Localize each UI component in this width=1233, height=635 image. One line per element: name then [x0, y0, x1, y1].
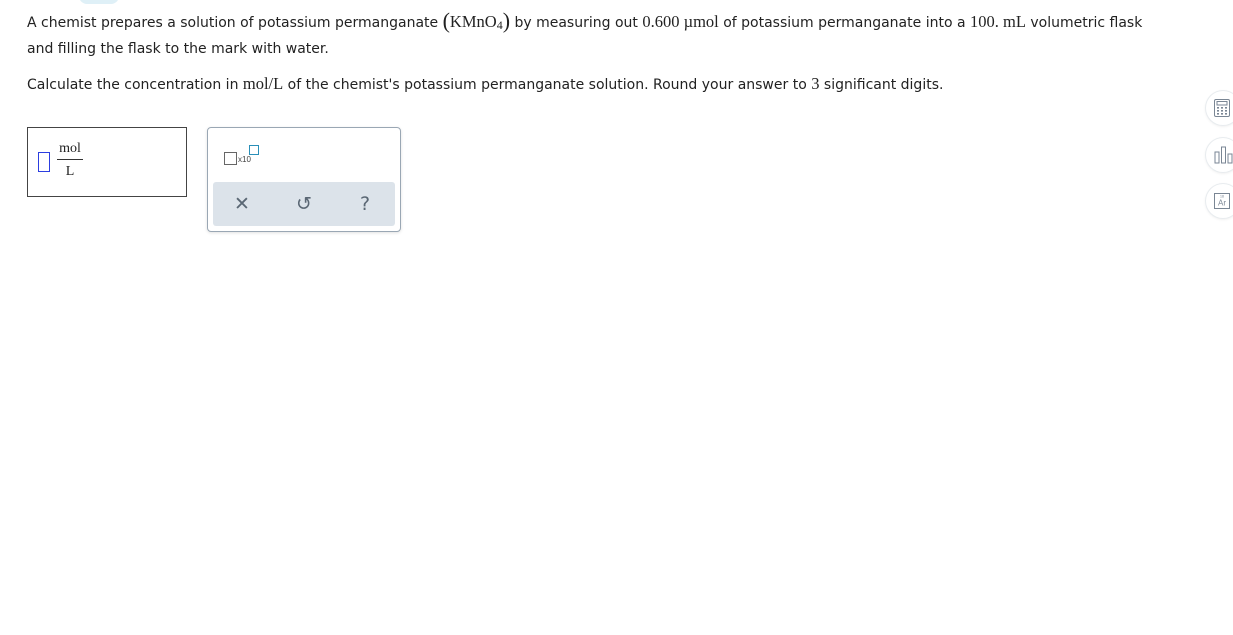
question-text-segment: of the chemist's potassium permanganate …: [283, 77, 812, 93]
question-text-segment: significant digits.: [819, 77, 944, 93]
answer-input[interactable]: [38, 152, 50, 172]
top-tab-indicator: [79, 0, 119, 4]
periodic-table-icon: 18 Ar: [1214, 193, 1230, 209]
question-text: A chemist prepares a solution of potassi…: [27, 7, 1147, 98]
formula-kmno4: KMnO4: [449, 12, 503, 32]
formula-subscript: 4: [496, 18, 503, 32]
mantissa-box-icon: [224, 152, 237, 165]
answer-toolbox: x10 ✕ ↺ ?: [207, 127, 401, 232]
formula-paren-open: (: [442, 8, 450, 33]
question-paragraph-2: Calculate the concentration in mol/L of …: [27, 71, 1147, 98]
unit-numerator: mol: [59, 141, 81, 156]
amount-value: 0.600 µmol: [642, 12, 719, 31]
question-text-segment: by measuring out: [510, 15, 643, 31]
undo-icon: ↺: [296, 193, 312, 215]
question-paragraph-1: A chemist prepares a solution of potassi…: [27, 7, 1147, 62]
x10-label: x10: [238, 155, 251, 164]
help-button[interactable]: ?: [343, 182, 387, 226]
scientific-notation-button[interactable]: x10: [222, 142, 262, 168]
exponent-box-icon: [249, 145, 259, 155]
close-icon: ✕: [234, 193, 250, 215]
question-text-segment: of potassium permanganate into a: [718, 15, 970, 31]
volume-value: 100. mL: [970, 12, 1026, 31]
fraction-bar: [57, 159, 83, 160]
answer-box: mol L: [27, 127, 187, 197]
unit-denominator: L: [65, 164, 75, 179]
calculator-button[interactable]: [1206, 91, 1233, 125]
question-text-segment: A chemist prepares a solution of potassi…: [27, 15, 443, 31]
undo-button[interactable]: ↺: [282, 182, 326, 226]
calculator-icon: [1214, 99, 1230, 117]
unit-fraction: mol L: [57, 141, 83, 180]
unit-mol-per-l: mol/L: [242, 74, 284, 93]
help-icon: ?: [359, 193, 371, 215]
formula-main: KMnO: [449, 12, 497, 31]
formula-paren-close: ): [502, 8, 511, 33]
clear-button[interactable]: ✕: [220, 182, 264, 226]
periodic-table-button[interactable]: 18 Ar: [1206, 184, 1233, 218]
toolbox-action-bar: ✕ ↺ ?: [213, 182, 395, 226]
question-text-segment: Calculate the concentration in: [27, 77, 243, 93]
data-chart-button[interactable]: [1206, 138, 1233, 172]
svg-text:Ar: Ar: [1218, 199, 1226, 208]
bar-chart-icon: [1214, 146, 1233, 164]
